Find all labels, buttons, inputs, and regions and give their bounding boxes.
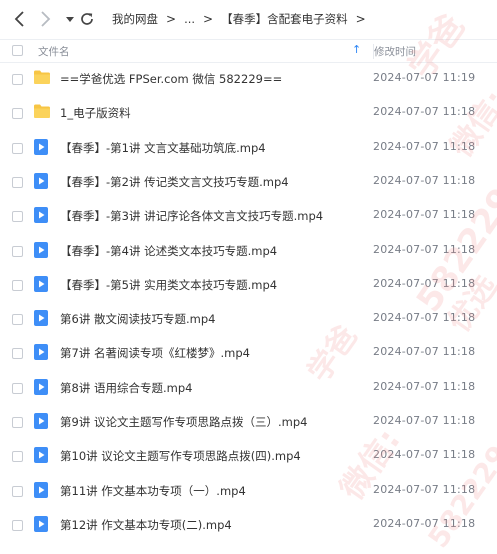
file-name[interactable]: 第11讲 作文基本功专项（一）.mp4 xyxy=(60,483,246,499)
file-row[interactable]: 第7讲 名著阅读专项《红楼梦》.mp4 2024-07-07 11:18 xyxy=(0,337,497,371)
video-file-icon xyxy=(33,138,51,156)
file-row[interactable]: 【春季】-第3讲 讲记序论各体文言文技巧专题.mp4 2024-07-07 11:… xyxy=(0,200,497,234)
file-name[interactable]: 【春季】-第1讲 文言文基础功筑底.mp4 xyxy=(60,140,266,156)
file-modified-time: 2024-07-07 11:18 xyxy=(373,311,476,325)
file-row[interactable]: 1_电子版资料 2024-07-07 11:18 xyxy=(0,97,497,131)
video-file-icon xyxy=(33,309,51,327)
file-list-header: 文件名 ↑ 修改时间 xyxy=(0,39,497,63)
row-checkbox[interactable] xyxy=(12,451,23,463)
file-row[interactable]: 第9讲 议论文主题写作专项思路点拨（三）.mp4 2024-07-07 11:18 xyxy=(0,406,497,440)
file-row[interactable]: 【春季】-第5讲 实用类文本技巧专题.mp4 2024-07-07 11:18 xyxy=(0,269,497,303)
video-file-icon xyxy=(33,515,51,533)
row-checkbox[interactable] xyxy=(12,417,23,428)
caret-down-icon xyxy=(66,17,74,22)
file-modified-time: 2024-07-07 11:18 xyxy=(373,414,476,427)
file-modified-time: 2024-07-07 11:18 xyxy=(373,276,476,290)
video-file-icon xyxy=(33,412,51,430)
column-header-name[interactable]: 文件名 xyxy=(38,44,70,59)
video-file-icon xyxy=(33,481,51,499)
back-button[interactable] xyxy=(9,8,31,30)
file-modified-time: 2024-07-07 11:18 xyxy=(373,208,476,222)
video-file-icon xyxy=(33,172,51,190)
row-checkbox[interactable] xyxy=(12,108,23,120)
column-header-time[interactable]: 修改时间 xyxy=(373,44,416,59)
breadcrumb-separator[interactable]: > xyxy=(356,12,366,26)
file-modified-time: 2024-07-07 11:18 xyxy=(373,139,476,153)
file-name[interactable]: 第10讲 议论文主题写作专项思路点拨(四).mp4 xyxy=(60,448,301,464)
video-file-icon xyxy=(33,241,51,259)
file-row[interactable]: ==学爸优选 FPSer.com 微信 582229== 2024-07-07 1… xyxy=(0,63,497,97)
row-checkbox[interactable] xyxy=(12,245,23,257)
file-name[interactable]: 第8讲 语用综合专题.mp4 xyxy=(60,380,192,396)
file-name[interactable]: 第7讲 名著阅读专项《红楼梦》.mp4 xyxy=(60,345,250,361)
file-row[interactable]: 第8讲 语用综合专题.mp4 2024-07-07 11:18 xyxy=(0,372,497,406)
file-modified-time: 2024-07-07 11:18 xyxy=(373,379,476,393)
refresh-button[interactable] xyxy=(76,8,98,30)
file-row[interactable]: 【春季】-第4讲 论述类文本技巧专题.mp4 2024-07-07 11:18 xyxy=(0,235,497,269)
file-name[interactable]: 【春季】-第5讲 实用类文本技巧专题.mp4 xyxy=(60,277,277,293)
file-modified-time: 2024-07-07 11:18 xyxy=(373,173,476,187)
breadcrumb-separator: > xyxy=(166,12,177,26)
file-name[interactable]: 第6讲 散文阅读技巧专题.mp4 xyxy=(60,311,215,327)
file-row[interactable]: 【春季】-第2讲 传记类文言文技巧专题.mp4 2024-07-07 11:18 xyxy=(0,166,497,200)
row-checkbox[interactable] xyxy=(12,74,23,85)
row-checkbox[interactable] xyxy=(12,176,23,188)
select-all-checkbox[interactable] xyxy=(12,45,23,56)
row-checkbox[interactable] xyxy=(12,348,23,360)
file-name[interactable]: 第9讲 议论文主题写作专项思路点拨（三）.mp4 xyxy=(60,414,307,430)
row-checkbox[interactable] xyxy=(12,142,23,154)
folder-icon xyxy=(33,103,51,121)
breadcrumb-separator: > xyxy=(203,12,214,26)
file-row[interactable]: 第6讲 散文阅读技巧专题.mp4 2024-07-07 11:18 xyxy=(0,303,497,337)
file-name[interactable]: 【春季】-第2讲 传记类文言文技巧专题.mp4 xyxy=(60,174,289,190)
row-checkbox[interactable] xyxy=(12,279,23,291)
file-name[interactable]: 【春季】-第4讲 论述类文本技巧专题.mp4 xyxy=(60,243,277,259)
file-row[interactable]: 第12讲 作文基本功专项(二).mp4 2024-07-07 11:18 xyxy=(0,509,497,543)
video-file-icon xyxy=(33,378,51,396)
video-file-icon xyxy=(33,343,51,361)
file-modified-time: 2024-07-07 11:18 xyxy=(373,345,476,359)
forward-button[interactable] xyxy=(34,8,56,30)
row-checkbox[interactable] xyxy=(12,519,23,531)
chevron-right-icon xyxy=(41,11,51,27)
chevron-left-icon xyxy=(14,11,24,27)
folder-icon xyxy=(33,69,51,87)
arrow-up-icon[interactable]: ↑ xyxy=(352,43,361,56)
breadcrumb-ellipsis[interactable]: ... xyxy=(184,12,195,26)
breadcrumb-root[interactable]: 我的网盘 xyxy=(112,11,158,27)
video-file-icon xyxy=(33,275,51,293)
row-checkbox[interactable] xyxy=(12,485,23,497)
breadcrumb: 我的网盘 > ... > 【春季】含配套电子资料 > xyxy=(112,11,374,27)
file-row[interactable]: 【春季】-第1讲 文言文基础功筑底.mp4 2024-07-07 11:18 xyxy=(0,132,497,166)
file-modified-time: 2024-07-07 11:18 xyxy=(373,242,476,256)
file-modified-time: 2024-07-07 11:18 xyxy=(373,448,476,462)
file-name[interactable]: 【春季】-第3讲 讲记序论各体文言文技巧专题.mp4 xyxy=(60,208,323,224)
file-modified-time: 2024-07-07 11:18 xyxy=(373,482,476,496)
file-name[interactable]: 1_电子版资料 xyxy=(60,105,131,121)
file-row[interactable]: 第11讲 作文基本功专项（一）.mp4 2024-07-07 11:18 xyxy=(0,475,497,509)
file-name[interactable]: 第12讲 作文基本功专项(二).mp4 xyxy=(60,517,232,533)
file-modified-time: 2024-07-07 11:18 xyxy=(373,516,476,530)
refresh-icon xyxy=(81,13,93,25)
file-row[interactable]: 第10讲 议论文主题写作专项思路点拨(四).mp4 2024-07-07 11:1… xyxy=(0,440,497,474)
row-checkbox[interactable] xyxy=(12,382,23,394)
video-file-icon xyxy=(33,206,51,224)
row-checkbox[interactable] xyxy=(12,314,23,326)
file-modified-time: 2024-07-07 11:18 xyxy=(373,105,476,119)
breadcrumb-current[interactable]: 【春季】含配套电子资料 xyxy=(221,11,348,27)
toolbar: 我的网盘 > ... > 【春季】含配套电子资料 > xyxy=(0,0,497,38)
file-name[interactable]: ==学爸优选 FPSer.com 微信 582229== xyxy=(60,71,282,87)
file-modified-time: 2024-07-07 11:19 xyxy=(373,71,476,84)
row-checkbox[interactable] xyxy=(12,211,23,223)
video-file-icon xyxy=(33,446,51,464)
